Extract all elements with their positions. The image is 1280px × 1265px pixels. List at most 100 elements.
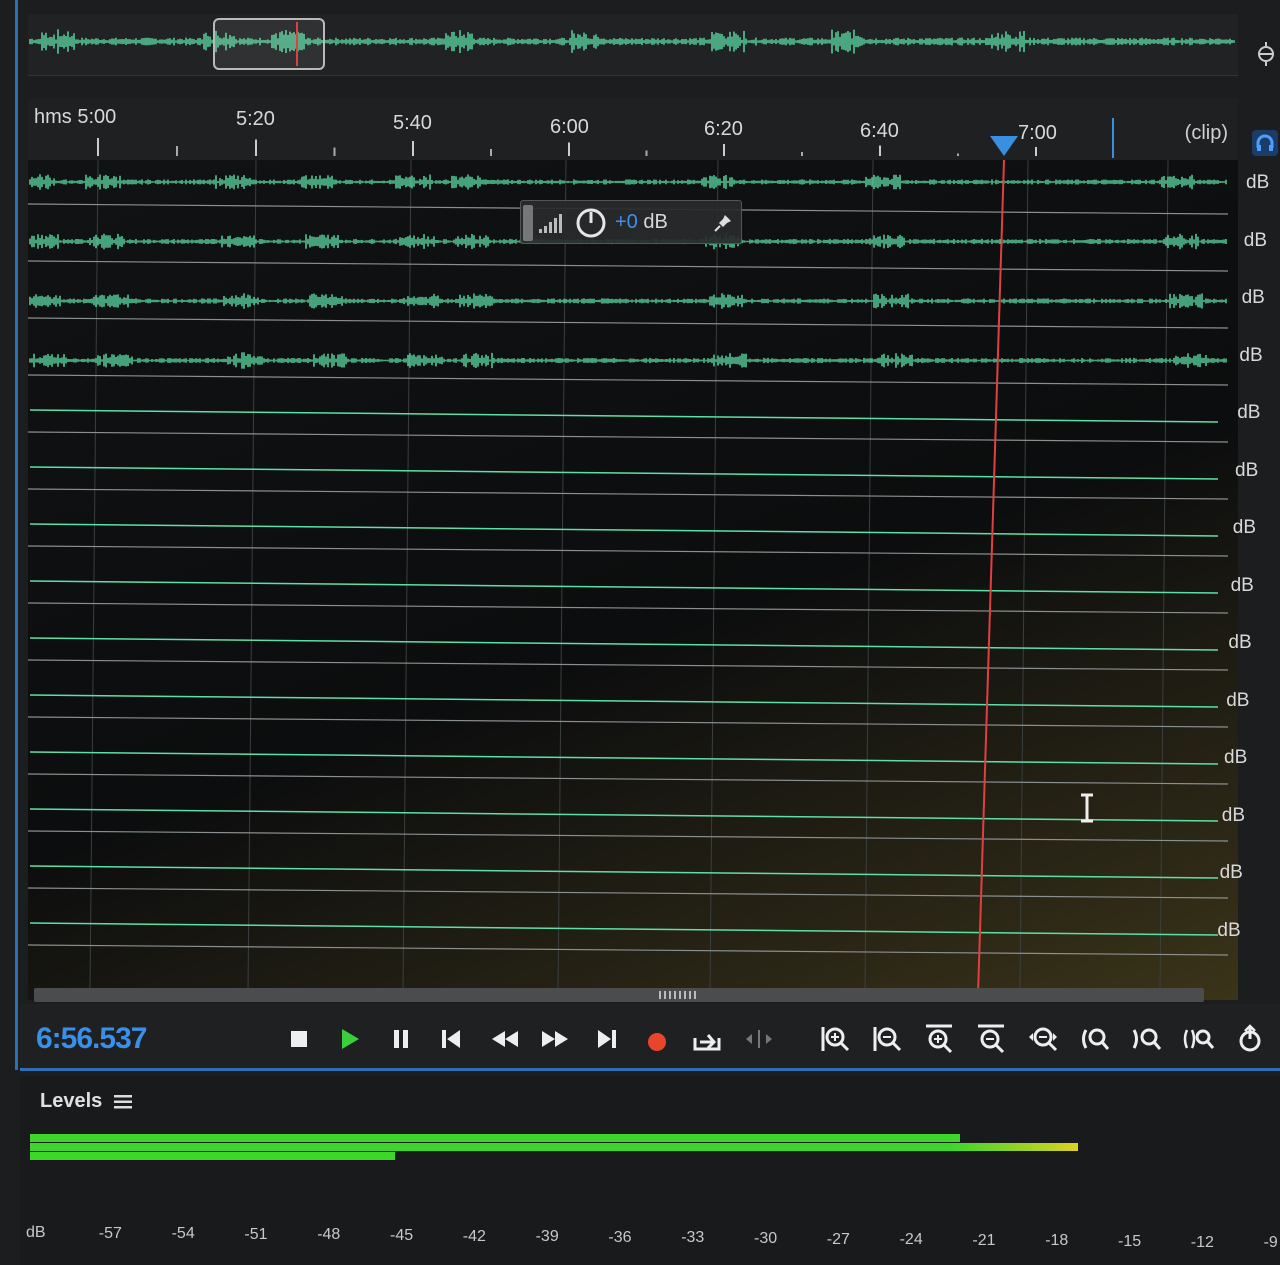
channel-db-label: dB [1241, 287, 1265, 308]
clip-gain-hud[interactable]: +0 dB [520, 200, 742, 244]
level-scale-label: dB [26, 1224, 46, 1241]
gain-value-number: +0 [615, 211, 638, 233]
fast-forward-button[interactable] [538, 1022, 572, 1056]
loop-playback-button[interactable] [742, 1022, 776, 1056]
time-grid-line [89, 160, 99, 991]
channel-flat-waveform [29, 694, 1219, 708]
channel-db-label: dB [1228, 632, 1252, 653]
move-to-previous-button[interactable] [434, 1022, 468, 1056]
channel-separator [28, 830, 1229, 842]
zoom-reset-button[interactable] [1234, 1022, 1268, 1056]
channel-db-label: dB [1237, 402, 1261, 423]
move-to-next-button[interactable] [590, 1022, 624, 1056]
record-button[interactable] [640, 1022, 674, 1056]
zoom-out-time-button[interactable] [974, 1022, 1008, 1056]
channel-separator [28, 602, 1229, 614]
channel-db-label: dB [1243, 229, 1268, 251]
hud-drag-grip[interactable] [523, 205, 533, 241]
zoom-in-amplitude-button[interactable] [818, 1022, 852, 1056]
time-grid-line [1159, 160, 1169, 991]
level-scale-label: -27 [826, 1230, 850, 1248]
horizontal-scrollbar[interactable] [34, 988, 1204, 1002]
overview-viewport-handle[interactable] [213, 18, 325, 70]
channel-separator [28, 374, 1229, 386]
zoom-out-full-button[interactable] [1026, 1022, 1060, 1056]
level-scale-label: -48 [317, 1226, 341, 1244]
levels-panel-title: Levels [40, 1090, 103, 1112]
channel-db-label: dB [1230, 574, 1254, 596]
playhead-line [977, 160, 1005, 996]
headphones-icon[interactable] [1252, 130, 1278, 156]
scrollbar-grip[interactable] [659, 991, 699, 999]
gain-value[interactable]: +0 dB [615, 211, 668, 234]
time-grid-line [1019, 160, 1029, 991]
panel-menu-icon[interactable] [114, 1094, 132, 1110]
channel-flat-waveform [29, 466, 1219, 480]
channel-flat-waveform [29, 922, 1219, 936]
level-scale-label: -51 [244, 1225, 268, 1243]
signal-meter-icon [537, 211, 565, 235]
level-scale-label: -57 [98, 1224, 122, 1242]
current-time-display[interactable]: 6:56.537 [36, 1022, 147, 1056]
zoom-in-at-end-button[interactable] [1130, 1022, 1164, 1056]
gain-knob-icon[interactable] [575, 207, 607, 239]
overview-playhead [296, 22, 298, 66]
gain-value-unit: dB [637, 211, 668, 233]
ruler-label: 6:20 [704, 118, 743, 140]
stop-button[interactable] [282, 1022, 316, 1056]
overview-waveform[interactable] [28, 14, 1238, 76]
level-meter-bar [30, 1134, 960, 1142]
channel-separator [28, 773, 1229, 785]
time-grid-line [557, 160, 567, 991]
time-grid-line [709, 160, 719, 991]
zoom-out-amplitude-button[interactable] [870, 1022, 904, 1056]
channel-separator [28, 716, 1229, 728]
channel-db-label: dB [1239, 344, 1263, 366]
time-ruler[interactable]: hms 5:00 5:20 5:40 6:00 6:20 6:40 7:00 (… [28, 98, 1238, 160]
levels-panel: Levels dB -57 -54 -51 -48 -45 -42 -39 -36 -33 -30 -… [20, 1076, 1280, 1265]
pause-button[interactable] [384, 1022, 418, 1056]
channel-db-label: dB [1221, 804, 1246, 826]
playhead-handle[interactable] [990, 136, 1018, 156]
zoom-to-selection-button[interactable] [1182, 1022, 1216, 1056]
overview-waveform-path [29, 29, 1235, 54]
channel-flat-waveform [29, 637, 1219, 651]
panel-focus-edge [15, 0, 18, 1070]
channel-flat-waveform [29, 409, 1219, 423]
skip-selection-button[interactable] [690, 1022, 724, 1056]
level-scale-label: -30 [754, 1230, 778, 1247]
rewind-button[interactable] [488, 1022, 522, 1056]
channel-flat-waveform [29, 751, 1219, 765]
ruler-label: hms 5:00 [34, 106, 117, 128]
channel-separator [28, 488, 1229, 500]
level-meter [30, 1128, 1270, 1218]
transport-bar: 6:56.537 [20, 1004, 1280, 1070]
play-button[interactable] [332, 1022, 366, 1056]
level-meter-bar [30, 1143, 1078, 1151]
channel-flat-waveform [29, 523, 1219, 537]
ruler-label: 6:40 [860, 120, 899, 142]
channel-db-label: dB [1246, 172, 1270, 193]
audio-editor-window: hms 5:00 5:20 5:40 6:00 6:20 6:40 7:00 (… [0, 0, 1280, 1265]
pin-icon[interactable] [713, 213, 733, 233]
channel-db-label: dB [1219, 862, 1243, 883]
ruler-label: 6:00 [550, 116, 589, 138]
level-scale-label: -24 [899, 1231, 923, 1249]
level-scale-label: -9 [1263, 1234, 1278, 1252]
zoom-in-time-button[interactable] [922, 1022, 956, 1056]
channel-flat-waveform [29, 808, 1219, 822]
level-scale-label: -42 [462, 1227, 486, 1245]
channel-db-label: dB [1235, 459, 1259, 481]
zoom-navigator-icon[interactable] [1252, 40, 1280, 68]
channel-separator [28, 887, 1229, 899]
level-scale-label: -33 [681, 1229, 705, 1247]
channel-separator [28, 431, 1229, 443]
channel-db-label: dB [1232, 517, 1257, 538]
multichannel-waveform-area[interactable] [28, 160, 1238, 1000]
channel-separator [28, 545, 1229, 557]
channel-db-label: dB [1224, 747, 1248, 768]
channel-waveform [29, 174, 1227, 190]
zoom-in-at-start-button[interactable] [1078, 1022, 1112, 1056]
level-scale-label: -39 [535, 1228, 559, 1246]
panel-divider [20, 1068, 1280, 1071]
